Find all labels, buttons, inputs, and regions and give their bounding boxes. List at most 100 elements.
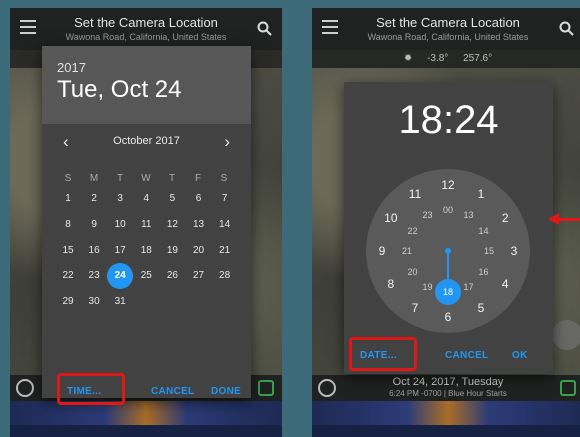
calendar-day[interactable]: 13	[186, 212, 212, 238]
azimuth-value: 257.6°	[463, 53, 493, 64]
calendar-day[interactable]: 21	[212, 238, 238, 264]
clock-hour-outer[interactable]: 1	[471, 186, 491, 202]
calendar-day[interactable]: 5	[159, 186, 185, 212]
clock-hour-outer[interactable]: 6	[438, 309, 458, 325]
selected-date-label[interactable]: Tue, Oct 24	[57, 76, 182, 104]
month-navigation: ‹ October 2017 ›	[42, 132, 251, 152]
calendar-day[interactable]: 29	[55, 289, 81, 315]
location-subtitle: Wawona Road, California, United States	[367, 32, 529, 42]
menu-icon[interactable]	[20, 20, 36, 34]
phone-screen-date: Set the Camera Location Wawona Road, Cal…	[10, 8, 282, 437]
clock-center	[445, 248, 451, 254]
clock-hour-inner[interactable]: 13	[459, 207, 479, 223]
timeline[interactable]	[312, 401, 580, 437]
month-label: October 2017	[113, 135, 180, 147]
clock-hour-inner[interactable]: 16	[474, 264, 494, 280]
bottom-bar: Oct 24, 2017, Tuesday 6:24 PM -0700 | Bl…	[312, 375, 580, 401]
clock-hour-inner[interactable]: 22	[402, 223, 422, 239]
calendar-day[interactable]: 14	[212, 212, 238, 238]
clock-hour-outer[interactable]: 4	[495, 276, 515, 292]
calendar-day[interactable]: 15	[55, 238, 81, 264]
search-location-icon[interactable]	[256, 20, 272, 36]
clock-hour-outer[interactable]: 11	[405, 186, 425, 202]
weekday-label: S	[220, 173, 228, 184]
clock-hour-inner[interactable]: 00	[438, 202, 458, 218]
calendar-day[interactable]: 2	[81, 186, 107, 212]
search-location-icon[interactable]	[558, 20, 574, 36]
time-button[interactable]: TIME...	[67, 386, 101, 397]
minute-value[interactable]: 24	[454, 98, 499, 142]
calendar-day[interactable]: 25	[133, 263, 159, 289]
clock-hour-inner[interactable]: 14	[474, 223, 494, 239]
calendar-day[interactable]: 3	[107, 186, 133, 212]
calendar-day[interactable]: 22	[55, 263, 81, 289]
bottom-time: 6:24 PM -0700 | Blue Hour Starts	[389, 389, 507, 398]
weekday-label: T	[168, 173, 176, 184]
date-header: 2017 Tue, Oct 24	[42, 46, 251, 124]
clock-hour-outer[interactable]: 7	[405, 300, 425, 316]
calendar-day[interactable]: 27	[186, 263, 212, 289]
annotation-arrow-head	[548, 213, 559, 225]
timeline-scale	[312, 425, 580, 437]
clock-hour-outer[interactable]: 12	[438, 177, 458, 193]
date-button[interactable]: DATE...	[360, 350, 397, 361]
clock-hour-outer[interactable]: 10	[381, 210, 401, 226]
calendar-day-selected[interactable]: 24	[107, 263, 134, 290]
clock-hour-outer[interactable]: 2	[495, 210, 515, 226]
calendar-day[interactable]: 18	[133, 238, 159, 264]
clock-hour-inner[interactable]: 20	[402, 264, 422, 280]
clock-face[interactable]: 12 1 2 3 4 5 6 7 8 9 10 11 00 13 14 15 16 17 18 19 20 21 22 23	[366, 169, 530, 333]
calendar-day[interactable]: 4	[133, 186, 159, 212]
clock-icon[interactable]	[16, 379, 34, 397]
page-title: Set the Camera Location	[74, 15, 218, 30]
done-button[interactable]: DONE	[211, 386, 241, 397]
time-display: 18:24	[344, 98, 553, 143]
calendar-day[interactable]: 11	[133, 212, 159, 238]
calendar-icon[interactable]	[258, 380, 274, 396]
cancel-button[interactable]: CANCEL	[151, 386, 194, 397]
clock-hour-inner[interactable]: 19	[418, 279, 438, 295]
top-bar: Set the Camera Location Wawona Road, Cal…	[10, 8, 282, 50]
menu-icon[interactable]	[322, 20, 338, 34]
calendar-day[interactable]: 16	[81, 238, 107, 264]
calendar-day[interactable]: 8	[55, 212, 81, 238]
location-subtitle: Wawona Road, California, United States	[65, 32, 227, 42]
calendar-day[interactable]: 9	[81, 212, 107, 238]
calendar-day[interactable]: 1	[55, 186, 81, 212]
calendar-day[interactable]: 30	[81, 289, 107, 315]
calendar-day[interactable]: 12	[159, 212, 185, 238]
ok-button[interactable]: OK	[512, 350, 528, 361]
year-label[interactable]: 2017	[57, 60, 86, 75]
calendar-day[interactable]: 20	[186, 238, 212, 264]
clock-hour-outer[interactable]: 3	[504, 243, 524, 259]
clock-hour-inner[interactable]: 21	[397, 243, 417, 259]
timeline-scale	[10, 425, 282, 437]
calendar-day[interactable]: 23	[81, 263, 107, 289]
timeline[interactable]	[10, 401, 282, 437]
clock-hour-selected[interactable]: 18	[435, 279, 461, 305]
weekday-label: W	[141, 173, 151, 184]
sun-info-row: ✹ -3.8° 257.6°	[312, 50, 580, 68]
time-picker-dialog: 18:24 12 1 2 3 4 5 6 7 8 9 10 11 00 13 14 15 16 17 18 19 20 2…	[344, 82, 553, 374]
hour-value[interactable]: 18	[398, 98, 443, 142]
calendar-day[interactable]: 17	[107, 238, 133, 264]
calendar-day[interactable]: 10	[107, 212, 133, 238]
calendar-day[interactable]: 19	[159, 238, 185, 264]
clock-hour-outer[interactable]: 9	[372, 243, 392, 259]
clock-hour-outer[interactable]: 8	[381, 276, 401, 292]
clock-hour-inner[interactable]: 23	[418, 207, 438, 223]
fab-button[interactable]	[552, 320, 580, 350]
calendar-day[interactable]: 31	[107, 289, 133, 315]
weekday-label: T	[116, 173, 124, 184]
clock-hour-inner[interactable]: 15	[479, 243, 499, 259]
clock-hour-outer[interactable]: 5	[471, 300, 491, 316]
calendar-icon[interactable]	[560, 380, 576, 396]
calendar-day[interactable]: 7	[212, 186, 238, 212]
calendar-day[interactable]: 26	[159, 263, 185, 289]
time-header: 18:24	[344, 82, 553, 158]
calendar-day[interactable]: 28	[212, 263, 238, 289]
chevron-right-icon[interactable]: ›	[224, 132, 230, 152]
calendar-day[interactable]: 6	[186, 186, 212, 212]
clock-hour-inner[interactable]: 17	[459, 279, 479, 295]
cancel-button[interactable]: CANCEL	[445, 350, 488, 361]
